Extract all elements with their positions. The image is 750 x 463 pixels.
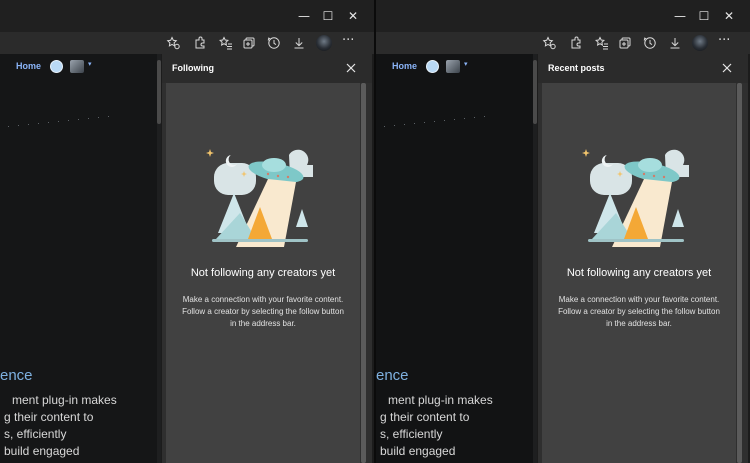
title-bar: — ☐ ✕ [0,0,374,32]
close-panel-icon[interactable] [720,61,734,75]
empty-state-title: Not following any creators yet [566,267,712,279]
favorites-bar-icon[interactable] [594,35,610,51]
chevron-down-icon[interactable]: ▾ [88,60,92,68]
collections-icon[interactable] [241,35,257,51]
image-thumbnail-icon[interactable] [70,60,84,73]
settings-more-button[interactable]: ··· [342,33,354,49]
panel-header: Following [162,54,372,83]
collections-icon[interactable] [617,35,633,51]
image-thumbnail-icon[interactable] [446,60,460,73]
page-body-line: ment plug-in makes [388,393,493,407]
history-icon[interactable] [266,35,282,51]
close-window-button[interactable]: ✕ [716,6,742,26]
user-avatar-icon[interactable] [50,60,63,73]
maximize-button[interactable]: ☐ [315,6,341,26]
empty-state-line: Follow a creator by selecting the follow… [182,307,344,316]
panel-body: Not following any creators yet Make a co… [166,83,360,463]
starfield-decoration [376,114,536,134]
close-panel-icon[interactable] [344,61,358,75]
page-content: Home ▾ ence ment plug-in makes g their c… [0,54,160,463]
profile-avatar[interactable] [692,35,708,51]
profile-avatar[interactable] [316,35,332,51]
minimize-button[interactable]: — [291,6,317,26]
page-body-line: ment plug-in makes [12,393,117,407]
title-bar: — ☐ ✕ [376,0,750,32]
page-scrollbar-thumb[interactable] [157,60,161,124]
page-scrollbar-thumb[interactable] [533,60,537,124]
page-body-line: g their content to [4,410,94,424]
panel-title: Recent posts [548,63,605,73]
chevron-down-icon[interactable]: ▾ [464,60,468,68]
downloads-icon[interactable] [667,35,683,51]
favorites-bar-icon[interactable] [218,35,234,51]
page-scrollbar[interactable] [157,54,161,463]
starfield-decoration [0,114,160,134]
minimize-button[interactable]: — [667,6,693,26]
browser-toolbar: ··· [0,32,374,54]
empty-state-line: in the address bar. [606,319,672,328]
maximize-button[interactable]: ☐ [691,6,717,26]
browser-toolbar: ··· [376,32,750,54]
user-avatar-icon[interactable] [426,60,439,73]
recent-posts-side-panel: Recent posts Not following any creators … [538,54,748,463]
ufo-illustration-icon [582,149,689,247]
page-body-line: s, efficiently [380,427,443,441]
page-heading: ence [0,367,33,384]
page-body-line: s, efficiently [4,427,67,441]
panel-body: Not following any creators yet Make a co… [542,83,736,463]
ufo-illustration-icon [206,149,313,247]
downloads-icon[interactable] [291,35,307,51]
page-body-line: g their content to [380,410,470,424]
home-link[interactable]: Home [392,61,417,71]
page-body-line: build engaged [4,444,80,458]
panel-title: Following [172,63,214,73]
following-side-panel: Following Not following any creators yet… [162,54,372,463]
panel-scrollbar[interactable] [736,83,744,463]
extensions-icon[interactable] [568,35,584,51]
add-favorite-star-icon[interactable] [165,35,181,51]
settings-more-button[interactable]: ··· [718,33,730,49]
panel-header: Recent posts [538,54,748,83]
empty-state-line: Follow a creator by selecting the follow… [558,307,720,316]
page-body-line: build engaged [380,444,456,458]
panel-scrollbar[interactable] [360,83,368,463]
page-scrollbar[interactable] [533,54,537,463]
empty-state-line: Make a connection with your favorite con… [558,295,720,304]
browser-window-left: — ☐ ✕ ··· Home ▾ ence ment plug-in makes… [0,0,374,463]
browser-window-right: — ☐ ✕ ··· Home ▾ ence ment plug-in makes… [376,0,750,463]
empty-state-title: Not following any creators yet [190,267,336,279]
empty-state-line: in the address bar. [230,319,296,328]
panel-scrollbar-thumb[interactable] [361,83,366,463]
extensions-icon[interactable] [192,35,208,51]
close-window-button[interactable]: ✕ [340,6,366,26]
panel-scrollbar-thumb[interactable] [737,83,742,463]
home-link[interactable]: Home [16,61,41,71]
history-icon[interactable] [642,35,658,51]
page-heading: ence [376,367,409,384]
add-favorite-star-icon[interactable] [541,35,557,51]
page-content: Home ▾ ence ment plug-in makes g their c… [376,54,536,463]
empty-state-line: Make a connection with your favorite con… [182,295,344,304]
